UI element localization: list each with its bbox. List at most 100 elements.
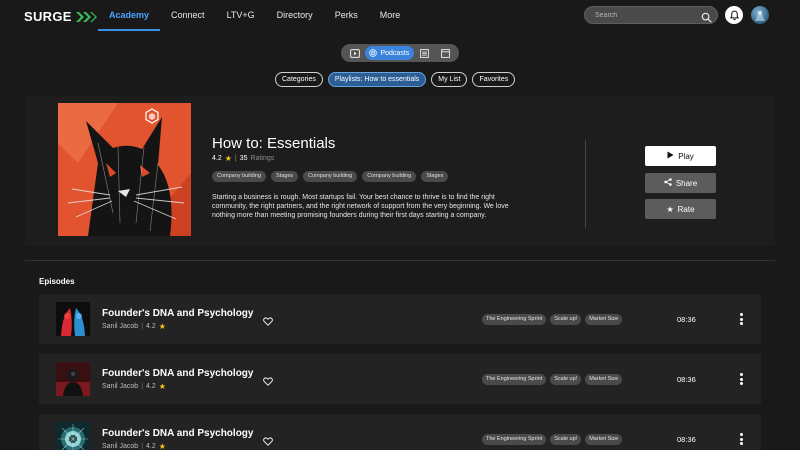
meta-separator: | — [141, 383, 144, 390]
rating-value: 4.2 — [212, 155, 222, 162]
episodes-heading: Episodes — [39, 277, 75, 286]
filter-pills: Categories Playlists: How to essentials … — [275, 72, 516, 87]
tag[interactable]: Market Size — [585, 374, 623, 385]
episode-rating: 4.2 — [146, 443, 156, 450]
more-options-icon[interactable] — [737, 431, 745, 447]
episode-thumbnail — [56, 302, 90, 336]
episode-thumbnail — [56, 362, 90, 396]
podcasts-toggle-button[interactable]: Podcasts — [365, 46, 414, 60]
nav-directory[interactable]: Directory — [266, 0, 324, 32]
heart-icon[interactable] — [263, 373, 273, 391]
share-label: Share — [675, 178, 698, 188]
nav-more[interactable]: More — [369, 0, 412, 32]
tag[interactable]: The Engineering Sprint — [482, 374, 547, 385]
nav-ltvg[interactable]: LTV+G — [216, 0, 266, 32]
tag[interactable]: Scale up! — [550, 314, 582, 325]
episode-title[interactable]: Founder's DNA and Psychology — [102, 308, 253, 319]
tag[interactable]: Scale up! — [550, 374, 582, 385]
episode-author[interactable]: Sanil Jacob — [102, 383, 138, 390]
episode-thumbnail — [56, 422, 90, 450]
episode-author[interactable]: Sanil Jacob — [102, 323, 138, 330]
video-icon[interactable] — [344, 46, 365, 60]
nav-perks[interactable]: Perks — [324, 0, 369, 32]
logo-text: SURGE — [24, 9, 72, 24]
episode-title[interactable]: Founder's DNA and Psychology — [102, 428, 253, 439]
episode-tags: The Engineering Sprint Scale up! Market … — [482, 374, 623, 385]
share-button[interactable]: Share — [645, 173, 716, 193]
episode-duration: 08:36 — [677, 375, 696, 384]
surge-logo[interactable]: SURGE — [24, 9, 97, 24]
logo-arrows-icon — [75, 11, 97, 23]
podcasts-label: Podcasts — [380, 49, 410, 57]
star-icon: ★ — [224, 154, 232, 163]
search-icon[interactable] — [701, 10, 712, 28]
search-box — [584, 6, 718, 24]
nav-academy[interactable]: Academy — [98, 0, 161, 32]
user-avatar[interactable] — [751, 6, 769, 24]
podcast-icon — [369, 49, 378, 57]
star-icon: ★ — [158, 322, 166, 331]
episode-title[interactable]: Founder's DNA and Psychology — [102, 368, 253, 379]
episode-duration: 08:36 — [677, 435, 696, 444]
episode-rating: 4.2 — [146, 383, 156, 390]
tag[interactable]: Stages — [271, 171, 299, 182]
share-icon — [664, 178, 672, 188]
playlist-cover-image — [58, 103, 191, 236]
play-button[interactable]: Play — [645, 146, 716, 166]
meta-separator: | — [141, 443, 144, 450]
filter-my-list[interactable]: My List — [431, 72, 468, 87]
playlist-rating: 4.2 ★ | 35 Ratings — [212, 154, 274, 163]
star-icon: ★ — [666, 204, 674, 214]
rate-label: Rate — [677, 204, 695, 214]
tag[interactable]: The Engineering Sprint — [482, 314, 547, 325]
section-divider — [25, 260, 775, 261]
meta-separator: | — [141, 323, 144, 330]
episode-meta: Sanil Jacob | 4.2 ★ — [102, 442, 166, 450]
tag[interactable]: Company building — [362, 171, 417, 182]
heart-icon[interactable] — [263, 313, 273, 331]
nav-connect[interactable]: Connect — [160, 0, 216, 32]
playlist-title: How to: Essentials — [212, 135, 336, 152]
tag[interactable]: Market Size — [585, 434, 623, 445]
ratings-label: Ratings — [250, 155, 275, 162]
notifications-bell-icon[interactable] — [725, 6, 743, 24]
tag[interactable]: Market Size — [585, 314, 623, 325]
rating-separator: | — [234, 155, 237, 162]
tag[interactable]: Stages — [421, 171, 449, 182]
vertical-divider — [585, 140, 586, 228]
more-options-icon[interactable] — [737, 311, 745, 327]
episode-row[interactable]: Founder's DNA and Psychology Sanil Jacob… — [39, 354, 761, 404]
playlist-tags: Company building Stages Company building… — [212, 171, 449, 182]
episode-rating: 4.2 — [146, 323, 156, 330]
search-input[interactable] — [595, 9, 701, 21]
filter-favorites[interactable]: Favorites — [472, 72, 516, 87]
more-options-icon[interactable] — [737, 371, 745, 387]
tag[interactable]: Company building — [212, 171, 267, 182]
heart-icon[interactable] — [263, 433, 273, 450]
episode-tags: The Engineering Sprint Scale up! Market … — [482, 434, 623, 445]
media-type-toggle: Podcasts — [341, 44, 459, 62]
playlist-hero: How to: Essentials 4.2 ★ | 35 Ratings Co… — [25, 96, 775, 246]
filter-playlists[interactable]: Playlists: How to essentials — [327, 72, 427, 87]
top-nav: SURGE Academy Connect LTV+G Directory Pe… — [0, 0, 800, 32]
play-icon — [667, 151, 674, 161]
tag[interactable]: Company building — [303, 171, 358, 182]
episode-tags: The Engineering Sprint Scale up! Market … — [482, 314, 623, 325]
rate-button[interactable]: ★ Rate — [645, 199, 716, 219]
episode-meta: Sanil Jacob | 4.2 ★ — [102, 322, 166, 331]
playlist-description: Starting a business is rough. Most start… — [212, 194, 509, 220]
filter-categories[interactable]: Categories — [275, 72, 323, 87]
play-label: Play — [678, 151, 694, 161]
episode-row[interactable]: Founder's DNA and Psychology Sanil Jacob… — [39, 414, 761, 450]
star-icon: ★ — [158, 382, 166, 391]
tag[interactable]: The Engineering Sprint — [482, 434, 547, 445]
episode-row[interactable]: Founder's DNA and Psychology Sanil Jacob… — [39, 294, 761, 344]
episode-author[interactable]: Sanil Jacob — [102, 443, 138, 450]
tag[interactable]: Scale up! — [550, 434, 582, 445]
episode-duration: 08:36 — [677, 315, 696, 324]
ratings-count: 35 — [239, 155, 248, 162]
episode-meta: Sanil Jacob | 4.2 ★ — [102, 382, 166, 391]
article-icon[interactable] — [414, 46, 435, 60]
star-icon: ★ — [158, 442, 166, 450]
window-icon[interactable] — [435, 46, 456, 60]
